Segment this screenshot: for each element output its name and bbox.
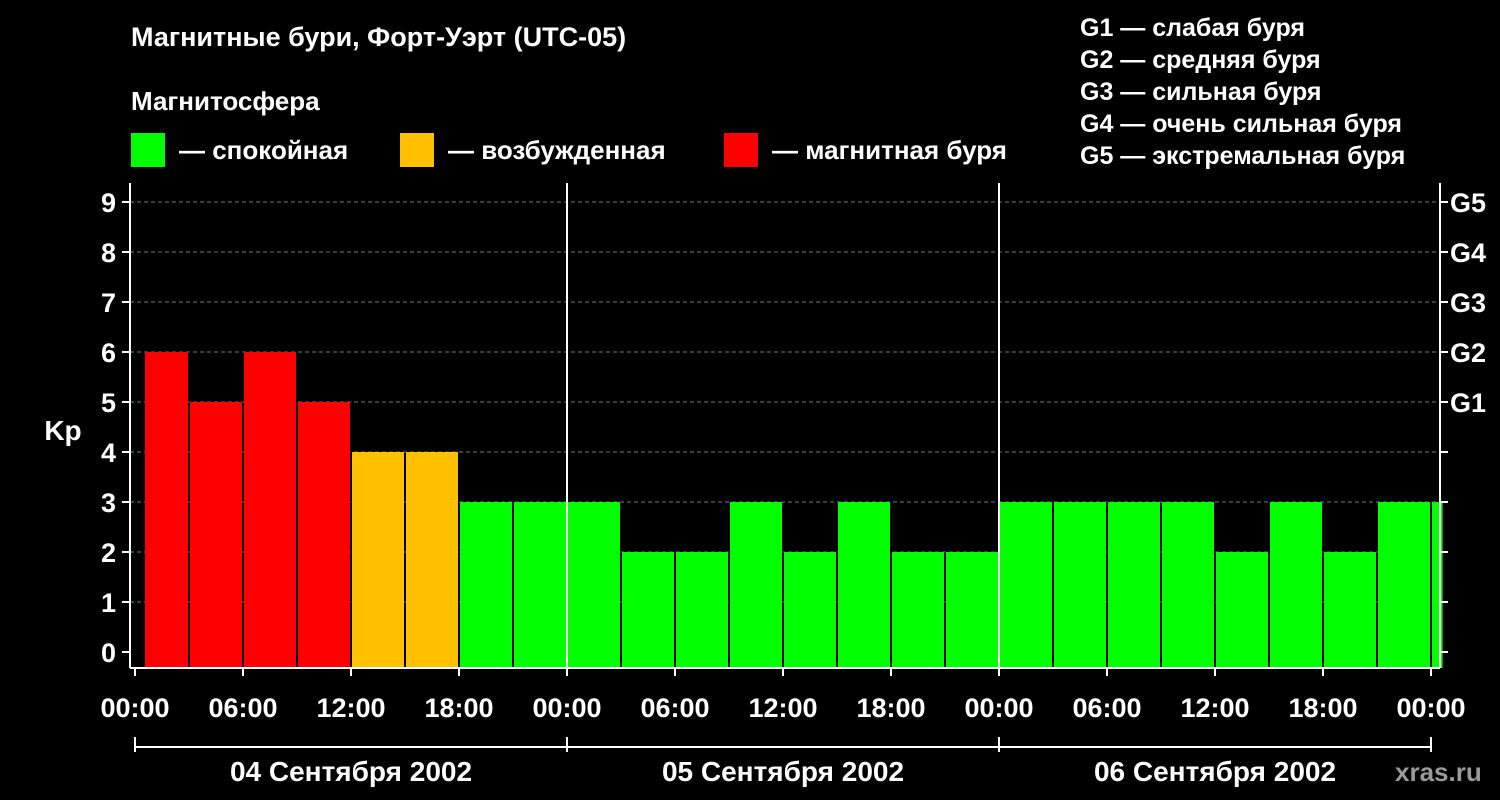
- y-tick-label: 5: [101, 388, 116, 418]
- x-tick-label: 12:00: [748, 693, 817, 723]
- g-scale-label: G4: [1450, 238, 1486, 268]
- x-tick-label: 00:00: [964, 693, 1033, 723]
- kp-bar: [1054, 502, 1106, 668]
- kp-bar: [460, 502, 512, 668]
- kp-bar: [244, 352, 296, 668]
- y-tick-label: 6: [101, 338, 116, 368]
- x-tick-label: 00:00: [532, 693, 601, 723]
- watermark: xras.ru: [1395, 757, 1482, 787]
- kp-bar: [622, 552, 674, 668]
- x-tick-label: 18:00: [856, 693, 925, 723]
- kp-bar: [838, 502, 890, 668]
- kp-bar: [406, 452, 458, 668]
- x-tick-label: 06:00: [1072, 693, 1141, 723]
- kp-bar: [892, 552, 944, 668]
- kp-bar: [190, 402, 242, 668]
- y-tick-label: 0: [101, 638, 116, 668]
- g-scale-label: G5: [1450, 188, 1486, 218]
- y-tick-label: 2: [101, 538, 116, 568]
- kp-bar: [568, 502, 620, 668]
- y-tick-label: 4: [101, 438, 116, 468]
- kp-bar: [730, 502, 782, 668]
- x-tick-label: 12:00: [1180, 693, 1249, 723]
- kp-bar: [1216, 552, 1268, 668]
- x-tick-label: 12:00: [316, 693, 385, 723]
- kp-bar: [784, 552, 836, 668]
- x-tick-label: 00:00: [1396, 693, 1465, 723]
- day-label: 05 Сентября 2002: [662, 756, 904, 787]
- kp-bar: [1432, 502, 1443, 668]
- g-scale-label: G2: [1450, 338, 1486, 368]
- x-tick-label: 18:00: [1288, 693, 1357, 723]
- x-tick-label: 00:00: [100, 693, 169, 723]
- day-label: 06 Сентября 2002: [1094, 756, 1336, 787]
- kp-bar: [514, 502, 566, 668]
- y-axis-title: Kp: [44, 415, 81, 446]
- x-tick-label: 06:00: [208, 693, 277, 723]
- y-tick-label: 8: [101, 238, 116, 268]
- kp-bar: [1270, 502, 1322, 668]
- y-tick-label: 7: [101, 288, 116, 318]
- kp-bar: [1108, 502, 1160, 668]
- kp-bar: [1378, 502, 1430, 668]
- kp-bar: [946, 552, 998, 668]
- y-tick-label: 3: [101, 488, 116, 518]
- y-tick-label: 9: [101, 188, 116, 218]
- g-scale-label: G3: [1450, 288, 1486, 318]
- g-scale-label: G1: [1450, 388, 1486, 418]
- kp-bar: [1000, 502, 1052, 668]
- x-tick-label: 18:00: [424, 693, 493, 723]
- kp-bar: [298, 402, 350, 668]
- kp-bar-chart: 0 1 2 3 4 5 6 7 8 9 G1 G2 G3 G4 G5 Kp 00:00 06:00 12:00 18:…: [44, 183, 1486, 787]
- kp-bar: [145, 352, 188, 668]
- y-tick-label: 1: [101, 588, 116, 618]
- day-label: 04 Сентября 2002: [230, 756, 472, 787]
- x-tick-label: 06:00: [640, 693, 709, 723]
- kp-bar: [352, 452, 404, 668]
- kp-bar: [1162, 502, 1214, 668]
- kp-bar: [1324, 552, 1376, 668]
- kp-bar: [676, 552, 728, 668]
